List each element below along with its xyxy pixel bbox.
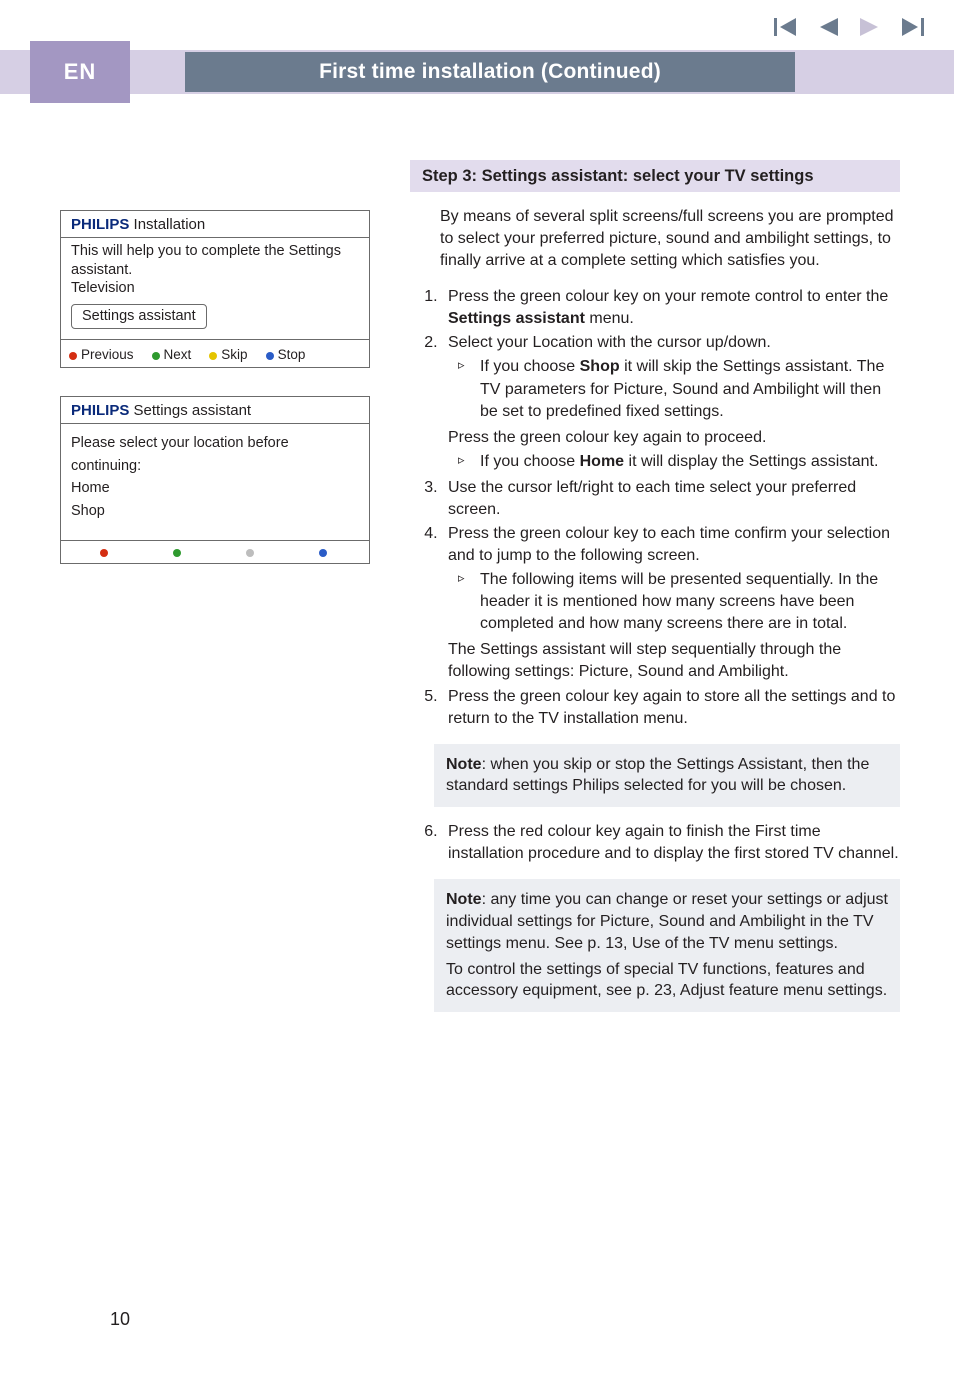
note2-bold: Note [446, 891, 482, 908]
sub-home-b: it will display the Settings assistant. [624, 453, 878, 470]
foot-next[interactable]: Next [152, 347, 192, 362]
step-4: Press the green colour key to each time … [442, 523, 900, 684]
step-2-text: Select your Location with the cursor up/… [448, 334, 771, 351]
osd1-television: Television [71, 279, 359, 298]
foot-skip[interactable]: Skip [209, 347, 247, 362]
sub-shop-a: If you choose [480, 358, 580, 375]
note-box-2: Note: any time you can change or reset y… [434, 879, 900, 1012]
page: EN First time installation (Continued) P… [0, 0, 954, 1378]
osd2-body: Please select your location before conti… [61, 424, 369, 540]
osd1-text: This will help you to complete the Setti… [71, 242, 359, 279]
osd-settings-assistant-panel: PHILIPS Settings assistant Please select… [60, 396, 370, 564]
intro-paragraph: By means of several split screens/full s… [440, 206, 900, 272]
step-4-text: Press the green colour key to each time … [448, 525, 890, 564]
step-6: Press the red colour key again to finish… [442, 821, 900, 865]
osd2-title: Settings assistant [129, 402, 251, 419]
pdf-nav [774, 18, 924, 36]
left-column: PHILIPS Installation This will help you … [60, 210, 380, 592]
note2b-text: To control the settings of special TV fu… [446, 961, 887, 1000]
osd1-title: Installation [129, 216, 205, 233]
foot-previous[interactable]: Previous [69, 347, 134, 362]
osd1-body: This will help you to complete the Setti… [61, 238, 369, 339]
sub-shop-bold: Shop [580, 358, 620, 375]
page-number: 10 [110, 1309, 130, 1330]
nav-last-icon[interactable] [902, 18, 924, 36]
foot-skip-label: Skip [221, 347, 247, 362]
foot-previous-label: Previous [81, 347, 134, 362]
step-3: Use the cursor left/right to each time s… [442, 477, 900, 521]
step-5: Press the green colour key again to stor… [442, 686, 900, 730]
nav-first-icon[interactable] [774, 18, 796, 36]
foot-stop[interactable]: Stop [266, 347, 306, 362]
gray-dot-icon [246, 549, 254, 557]
blue-dot-icon [319, 549, 327, 557]
osd2-prompt: Please select your location before conti… [71, 432, 359, 477]
foot-next-label: Next [164, 347, 192, 362]
instruction-list: Press the green colour key on your remot… [424, 286, 900, 729]
instruction-list-cont: Press the red colour key again to finish… [424, 821, 900, 865]
note1-text: : when you skip or stop the Settings Ass… [446, 756, 869, 795]
step-1: Press the green colour key on your remot… [442, 286, 900, 330]
osd-installation-panel: PHILIPS Installation This will help you … [60, 210, 370, 368]
step-2-sub-home: If you choose Home it will display the S… [456, 451, 900, 473]
step-2-sublist2: If you choose Home it will display the S… [456, 451, 900, 473]
step-2: Select your Location with the cursor up/… [442, 332, 900, 472]
step-1-bold: Settings assistant [448, 310, 585, 327]
step-heading: Step 3: Settings assistant: select your … [410, 160, 900, 192]
step-2-sublist: If you choose Shop it will skip the Sett… [456, 356, 900, 422]
osd1-footer: Previous Next Skip Stop [61, 339, 369, 367]
osd2-option-shop[interactable]: Shop [71, 500, 359, 522]
brand-label: PHILIPS [71, 402, 129, 419]
green-dot-icon [152, 352, 160, 360]
osd2-footer [61, 540, 369, 563]
sub-home-bold: Home [580, 453, 624, 470]
step-4-sub: The following items will be presented se… [456, 569, 900, 635]
red-dot-icon [100, 549, 108, 557]
step-1-text-a: Press the green colour key on your remot… [448, 288, 888, 305]
green-dot-icon [173, 549, 181, 557]
sub-home-a: If you choose [480, 453, 580, 470]
nav-prev-icon[interactable] [818, 18, 838, 36]
blue-dot-icon [266, 352, 274, 360]
step-4-after: The Settings assistant will step sequent… [448, 639, 900, 683]
page-title: First time installation (Continued) [185, 52, 795, 92]
settings-assistant-button[interactable]: Settings assistant [71, 304, 207, 330]
step-1-text-b: menu. [585, 310, 634, 327]
language-tab: EN [30, 41, 130, 103]
red-dot-icon [69, 352, 77, 360]
osd2-header: PHILIPS Settings assistant [61, 397, 369, 424]
step-2-after: Press the green colour key again to proc… [448, 427, 900, 449]
step-2-sub-shop: If you choose Shop it will skip the Sett… [456, 356, 900, 422]
osd2-option-home[interactable]: Home [71, 477, 359, 499]
foot-stop-label: Stop [278, 347, 306, 362]
note-box-1: Note: when you skip or stop the Settings… [434, 744, 900, 808]
brand-label: PHILIPS [71, 216, 129, 233]
osd1-header: PHILIPS Installation [61, 211, 369, 238]
right-column: Step 3: Settings assistant: select your … [410, 160, 900, 1026]
note2a-text: : any time you can change or reset your … [446, 891, 888, 952]
step-4-sublist: The following items will be presented se… [456, 569, 900, 635]
yellow-dot-icon [209, 352, 217, 360]
note1-bold: Note [446, 756, 482, 773]
nav-next-icon[interactable] [860, 18, 880, 36]
